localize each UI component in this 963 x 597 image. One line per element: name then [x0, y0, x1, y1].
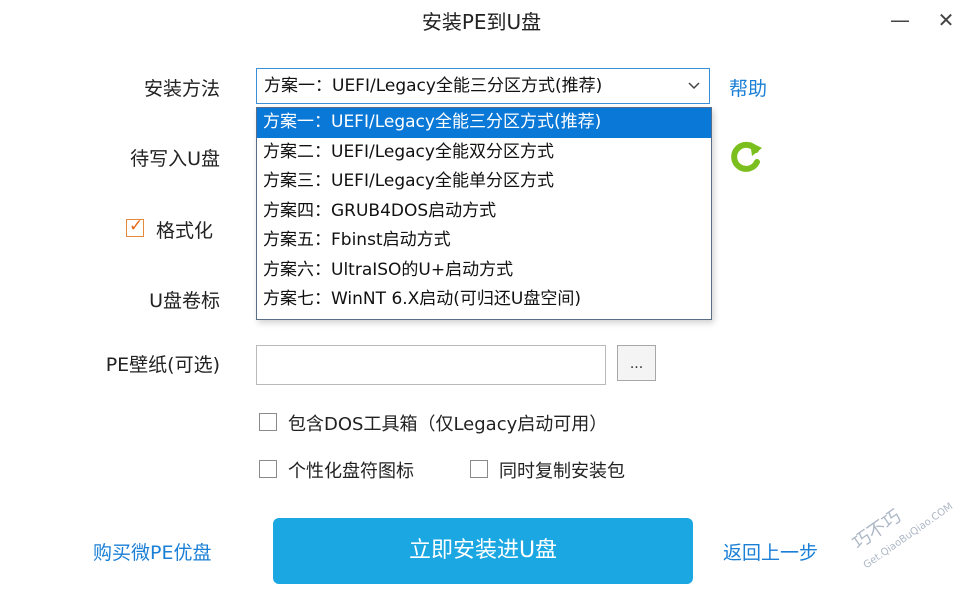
- format-checkbox[interactable]: ✓: [126, 216, 144, 237]
- install-method-value: 方案一：UEFI/Legacy全能三分区方式(推荐): [264, 76, 603, 96]
- format-label: 格式化: [156, 220, 214, 242]
- minimize-button[interactable]: —: [888, 8, 912, 32]
- volume-label: U盘卷标: [149, 290, 220, 312]
- back-link[interactable]: 返回上一步: [723, 538, 818, 565]
- copy-package-label: 同时复制安装包: [499, 461, 625, 482]
- dos-toolbox-checkbox[interactable]: [259, 413, 277, 431]
- watermark-url: Get.QiaoBuQiao.COM: [862, 501, 955, 568]
- custom-icon-checkbox[interactable]: [259, 460, 277, 478]
- dropdown-option[interactable]: 方案五：Fbinst启动方式: [257, 226, 711, 256]
- dropdown-option[interactable]: 方案六：UltraISO的U+启动方式: [257, 256, 711, 286]
- checkmark-icon: ✓: [129, 216, 144, 236]
- wallpaper-label: PE壁纸(可选): [105, 354, 220, 376]
- copy-package-checkbox[interactable]: [470, 460, 488, 478]
- dropdown-option[interactable]: 方案三：UEFI/Legacy全能单分区方式: [257, 167, 711, 197]
- window-title: 安装PE到U盘: [421, 10, 542, 34]
- dropdown-option[interactable]: 方案四：GRUB4DOS启动方式: [257, 197, 711, 227]
- custom-icon-label: 个性化盘符图标: [288, 461, 414, 482]
- target-usb-label: 待写入U盘: [130, 148, 220, 170]
- refresh-icon[interactable]: [726, 138, 764, 176]
- dropdown-option[interactable]: 方案七：WinNT 6.X启动(可归还U盘空间): [257, 285, 711, 315]
- install-method-label: 安装方法: [143, 78, 220, 100]
- browse-button[interactable]: ...: [617, 345, 656, 381]
- install-now-button[interactable]: 立即安装进U盘: [273, 518, 693, 584]
- install-method-dropdown[interactable]: 方案一：UEFI/Legacy全能三分区方式(推荐) 方案二：UEFI/Lega…: [256, 107, 712, 320]
- watermark-text: 巧不巧: [849, 506, 905, 554]
- watermark: 巧不巧 Get.QiaoBuQiao.COM: [845, 488, 955, 571]
- dropdown-option[interactable]: 方案一：UEFI/Legacy全能三分区方式(推荐): [257, 108, 711, 138]
- buy-pe-usb-link[interactable]: 购买微PE优盘: [93, 538, 211, 565]
- wallpaper-input[interactable]: [256, 345, 606, 385]
- install-method-select[interactable]: 方案一：UEFI/Legacy全能三分区方式(推荐): [256, 68, 710, 104]
- help-link[interactable]: 帮助: [729, 74, 767, 101]
- dropdown-option[interactable]: 方案二：UEFI/Legacy全能双分区方式: [257, 138, 711, 168]
- dos-toolbox-label: 包含DOS工具箱（仅Legacy启动可用）: [288, 414, 608, 435]
- close-button[interactable]: ✕: [934, 8, 958, 32]
